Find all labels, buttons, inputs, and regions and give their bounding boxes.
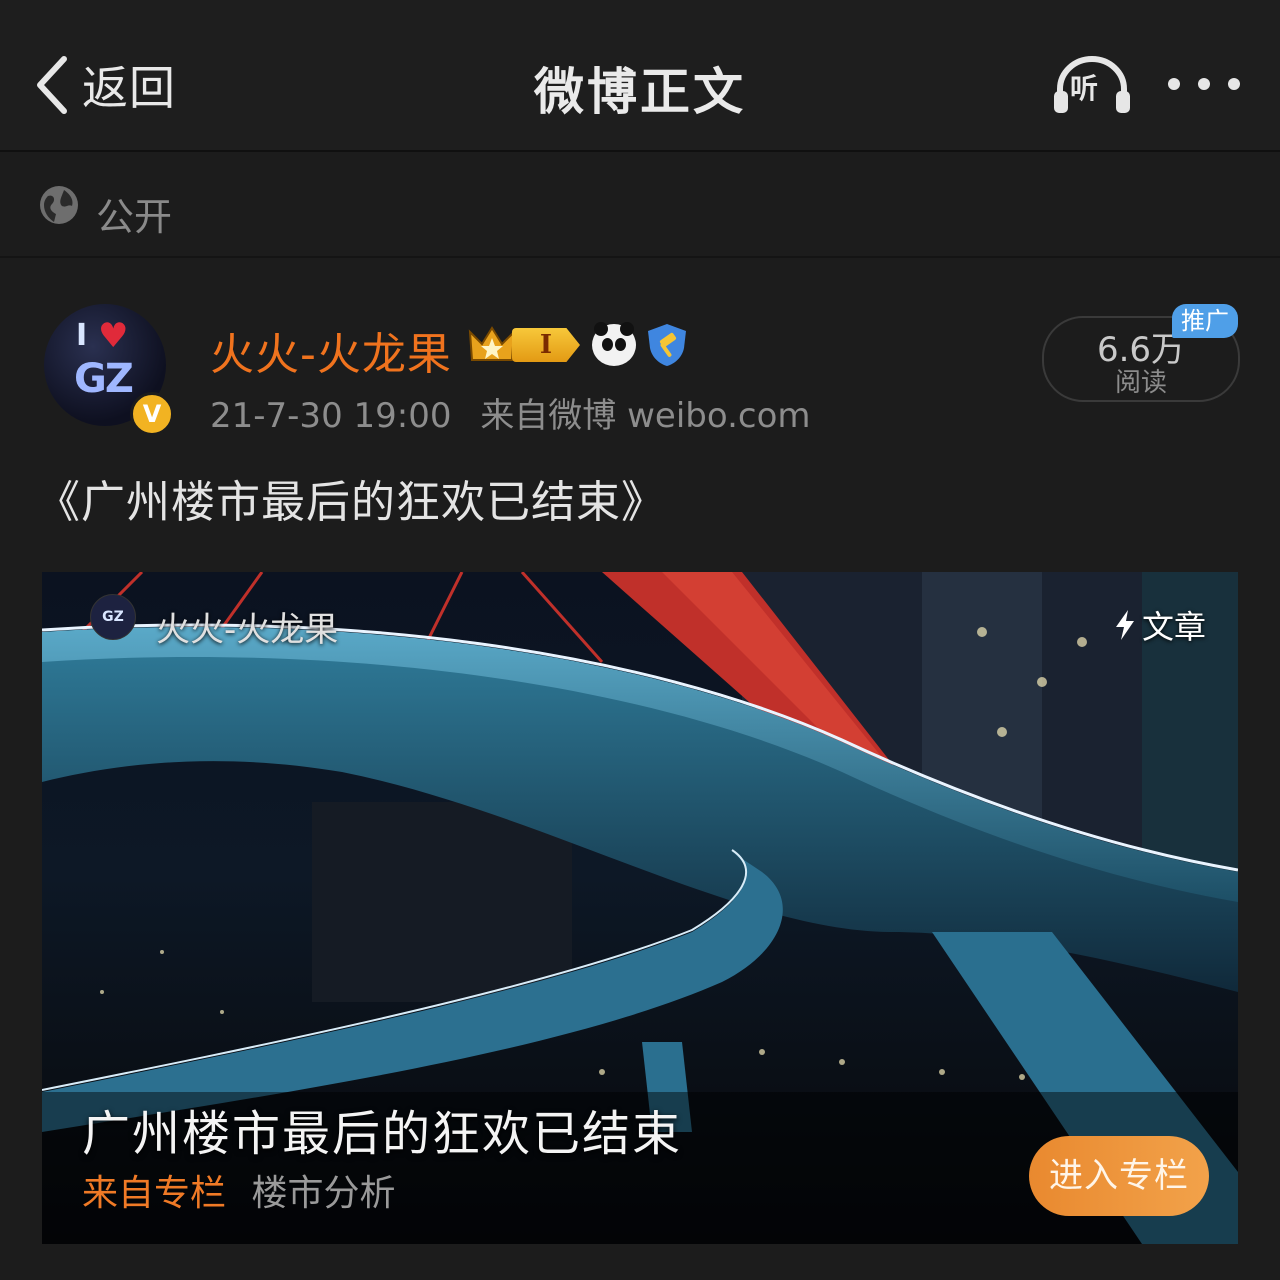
lightning-icon xyxy=(1116,610,1134,640)
card-author-avatar: GZ xyxy=(90,594,136,640)
promo-tag[interactable]: 推广 xyxy=(1172,304,1238,338)
post-source: 来自微博 weibo.com xyxy=(480,396,811,436)
author-name[interactable]: 火火-火龙果 xyxy=(210,318,452,382)
shield-icon[interactable] xyxy=(646,322,688,368)
panda-ear xyxy=(594,322,608,336)
panda-eye xyxy=(602,338,613,351)
panda-icon[interactable] xyxy=(592,322,636,366)
top-nav-bar: 返回 微博正文 听 xyxy=(0,0,1280,152)
verified-badge-icon: V xyxy=(130,392,174,436)
column-name[interactable]: 楼市分析 xyxy=(251,1173,395,1214)
avatar-art: GZ xyxy=(74,356,134,402)
avatar-art: I xyxy=(76,318,88,353)
post-text: 《广州楼市最后的狂欢已结束》 xyxy=(36,477,666,528)
visibility-label: 公开 xyxy=(96,195,173,239)
dot xyxy=(1228,78,1240,90)
post-meta: 21-7-30 19:00 来自微博 weibo.com xyxy=(210,388,829,437)
card-author-name: 火火-火龙果 xyxy=(156,610,339,650)
globe-icon xyxy=(40,186,78,224)
dot xyxy=(1198,78,1210,90)
visibility-row xyxy=(0,152,1280,258)
more-dots-icon[interactable] xyxy=(1168,74,1240,94)
read-label: 阅读 xyxy=(1114,368,1167,398)
level-badge[interactable]: I xyxy=(512,328,580,362)
column-from-label: 来自专栏 xyxy=(82,1173,227,1214)
heart-icon: ♥ xyxy=(98,316,129,356)
enter-column-button[interactable]: 进入专栏 xyxy=(1029,1136,1209,1216)
article-type-label: 文章 xyxy=(1114,602,1206,648)
crown-icon[interactable] xyxy=(468,324,516,366)
panda-eye xyxy=(615,338,626,351)
article-type-text: 文章 xyxy=(1142,608,1207,646)
article-title: 广州楼市最后的狂欢已结束 xyxy=(82,1106,683,1162)
post-date: 21-7-30 19:00 xyxy=(210,396,452,436)
article-source: 来自专栏 楼市分析 xyxy=(82,1164,395,1216)
listen-button[interactable]: 听 xyxy=(1052,55,1132,115)
panda-ear xyxy=(620,322,634,336)
article-card[interactable]: GZ 火火-火龙果 文章 广州楼市最后的狂欢已结束 来自专栏 楼市分析 进入专栏 xyxy=(42,572,1238,1244)
listen-label: 听 xyxy=(1070,72,1099,105)
dot xyxy=(1168,78,1180,90)
